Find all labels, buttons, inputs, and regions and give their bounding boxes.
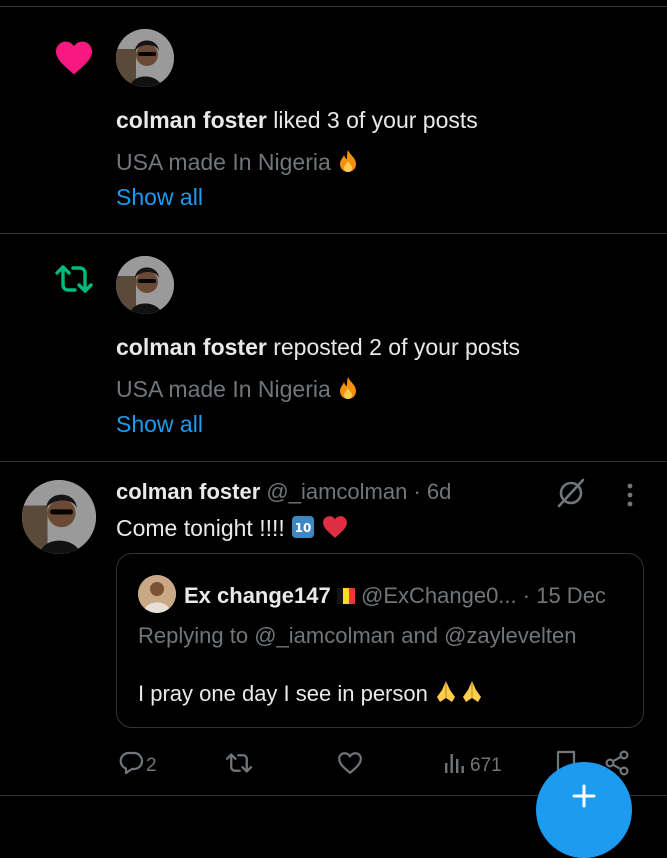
post-preview: USA made In Nigeria xyxy=(116,149,331,175)
keycap-ten-emoji: 10 xyxy=(291,515,315,545)
like-notification[interactable]: colman foster liked 3 of your posts USA … xyxy=(0,7,667,233)
tweet-author-name[interactable]: colman foster xyxy=(116,479,260,504)
grok-icon[interactable] xyxy=(555,478,587,513)
replying-to: Replying to @_iamcolman and @zaylevelten xyxy=(138,623,576,649)
quoted-time[interactable]: · 15 Dec xyxy=(523,583,606,608)
svg-text:10: 10 xyxy=(295,521,312,535)
views-count: 671 xyxy=(470,755,502,776)
avatar[interactable] xyxy=(116,256,174,314)
replying-prefix: Replying to xyxy=(138,623,249,648)
red-heart-emoji xyxy=(322,515,348,545)
show-all-link[interactable]: Show all xyxy=(116,411,203,438)
like-icon xyxy=(337,751,363,781)
reply-count: 2 xyxy=(146,755,157,776)
reply-icon xyxy=(118,751,144,781)
more-icon[interactable] xyxy=(620,480,640,515)
tweet-author-handle[interactable]: @_iamcolman xyxy=(266,479,407,504)
tweet-text: Come tonight !!!! xyxy=(116,515,285,541)
fire-emoji xyxy=(337,376,359,406)
notification-action-text: reposted 2 of your posts xyxy=(273,334,520,360)
show-all-link[interactable]: Show all xyxy=(116,184,203,211)
plus-icon xyxy=(572,784,596,813)
views-icon xyxy=(443,751,467,781)
repost-icon xyxy=(224,751,254,781)
fire-emoji xyxy=(337,149,359,179)
heart-icon xyxy=(54,40,94,81)
post-preview: USA made In Nigeria xyxy=(116,376,331,402)
quoted-author-handle[interactable]: @ExChange0... xyxy=(361,583,517,608)
tweet-avatar[interactable] xyxy=(22,480,96,554)
like-button[interactable] xyxy=(337,751,363,781)
quoted-header: Ex change147 @ExChange0... · 15 Dec xyxy=(184,583,606,612)
tweet-time[interactable]: · 6d xyxy=(413,479,451,504)
tweet-header: colman foster @_iamcolman · 6d xyxy=(116,479,451,505)
notification-action-text: liked 3 of your posts xyxy=(273,107,478,133)
avatar[interactable] xyxy=(116,29,174,87)
quoted-text: I pray one day I see in person xyxy=(138,681,428,706)
reply-button[interactable]: 2 xyxy=(118,751,157,781)
repost-notification[interactable]: colman foster reposted 2 of your posts U… xyxy=(0,234,667,460)
views-button[interactable]: 671 xyxy=(443,751,502,781)
pray-emoji xyxy=(434,680,486,710)
belgium-flag xyxy=(336,586,355,612)
repost-icon xyxy=(54,262,94,301)
notification-user-name[interactable]: colman foster xyxy=(116,107,267,133)
quoted-avatar[interactable] xyxy=(138,575,176,613)
replying-users[interactable]: @_iamcolman and @zaylevelten xyxy=(254,623,576,648)
quoted-author-name[interactable]: Ex change147 xyxy=(184,583,331,608)
notification-user-name[interactable]: colman foster xyxy=(116,334,267,360)
repost-button[interactable] xyxy=(224,751,254,781)
compose-button[interactable] xyxy=(536,762,632,858)
